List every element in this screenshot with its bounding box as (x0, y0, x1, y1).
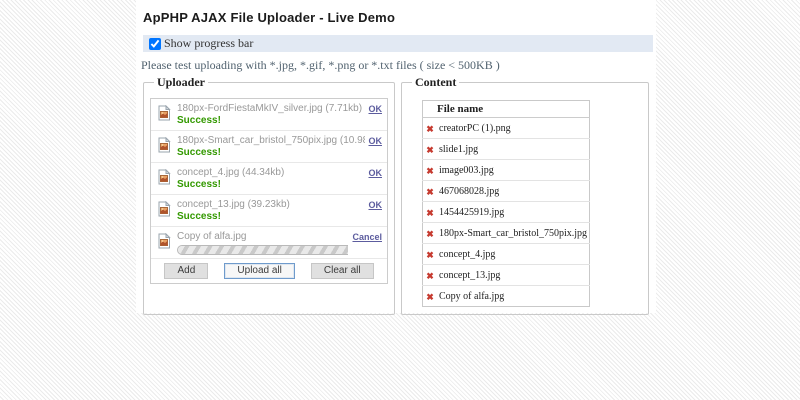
upload-status-success: Success! (177, 115, 365, 127)
page-title: ApPHP AJAX File Uploader - Live Demo (143, 10, 656, 25)
upload-filename: concept_13.jpg (39.23kb) (177, 199, 365, 211)
upload-all-button[interactable]: Upload all (224, 263, 294, 279)
delete-file-icon[interactable]: ✖ (425, 271, 435, 282)
cancel-link[interactable]: Cancel (352, 232, 382, 242)
content-file-row: ✖ Copy of alfa.jpg (423, 286, 590, 307)
image-file-icon (156, 137, 172, 158)
uploader-button-bar: Add Upload all Clear all (151, 259, 387, 283)
delete-cell: ✖ (423, 286, 438, 307)
content-filename: creatorPC (1).png (437, 118, 590, 139)
upload-filename: 180px-Smart_car_bristol_750pix.jpg (10.9… (177, 135, 365, 147)
uploader-fieldset: Uploader 180px-FordFiestaMkIV_silver.jpg… (143, 75, 395, 315)
panes: Uploader 180px-FordFiestaMkIV_silver.jpg… (143, 75, 656, 315)
upload-hint-text: Please test uploading with *.jpg, *.gif,… (141, 58, 656, 73)
content-filename: image003.jpg (437, 160, 590, 181)
upload-queue-row: concept_13.jpg (39.23kb) Success! OK (151, 195, 387, 227)
content-file-row: ✖ concept_13.jpg (423, 265, 590, 286)
image-file-icon (156, 105, 172, 126)
upload-filename: 180px-FordFiestaMkIV_silver.jpg (7.71kb) (177, 103, 365, 115)
ok-link[interactable]: OK (369, 104, 383, 114)
uploading-file-info: Copy of alfa.jpg (177, 231, 348, 255)
uploader-legend: Uploader (154, 75, 208, 90)
content-fieldset: Content File name ✖ creatorPC (1).png ✖ … (401, 75, 649, 315)
delete-cell: ✖ (423, 118, 438, 139)
uploading-filename: Copy of alfa.jpg (177, 231, 348, 243)
upload-filename: concept_4.jpg (44.34kb) (177, 167, 365, 179)
upload-queue-row: concept_4.jpg (44.34kb) Success! OK (151, 163, 387, 195)
upload-queue-rows: 180px-FordFiestaMkIV_silver.jpg (7.71kb)… (151, 99, 387, 227)
content-file-row: ✖ image003.jpg (423, 160, 590, 181)
clear-all-button[interactable]: Clear all (311, 263, 374, 279)
delete-cell: ✖ (423, 160, 438, 181)
content-file-row: ✖ creatorPC (1).png (423, 118, 590, 139)
delete-cell: ✖ (423, 244, 438, 265)
upload-queue-row-uploading: Copy of alfa.jpg Cancel (151, 227, 387, 259)
delete-file-icon[interactable]: ✖ (425, 208, 435, 219)
upload-queue-row: 180px-FordFiestaMkIV_silver.jpg (7.71kb)… (151, 99, 387, 131)
delete-cell: ✖ (423, 181, 438, 202)
delete-file-icon[interactable]: ✖ (425, 229, 435, 240)
delete-cell: ✖ (423, 202, 438, 223)
delete-file-icon[interactable]: ✖ (425, 124, 435, 135)
image-file-icon (156, 233, 172, 254)
upload-queue-box: 180px-FordFiestaMkIV_silver.jpg (7.71kb)… (150, 98, 388, 284)
delete-cell: ✖ (423, 265, 438, 286)
file-name-column-header: File name (423, 101, 590, 118)
delete-file-icon[interactable]: ✖ (425, 145, 435, 156)
add-button[interactable]: Add (164, 263, 208, 279)
ok-link[interactable]: OK (369, 168, 383, 178)
content-file-row: ✖ 467068028.jpg (423, 181, 590, 202)
content-filename: slide1.jpg (437, 139, 590, 160)
ok-link[interactable]: OK (369, 200, 383, 210)
upload-status-success: Success! (177, 147, 365, 159)
show-progress-label: Show progress bar (164, 36, 253, 51)
delete-file-icon[interactable]: ✖ (425, 250, 435, 261)
content-legend: Content (412, 75, 459, 90)
content-file-table: File name ✖ creatorPC (1).png ✖ slide1.j… (422, 100, 590, 307)
delete-file-icon[interactable]: ✖ (425, 166, 435, 177)
ok-link[interactable]: OK (369, 136, 383, 146)
content-filename: 467068028.jpg (437, 181, 590, 202)
delete-cell: ✖ (423, 223, 438, 244)
content-file-row: ✖ 1454425919.jpg (423, 202, 590, 223)
content-filename: 180px-Smart_car_bristol_750pix.jpg (437, 223, 590, 244)
upload-file-info: 180px-Smart_car_bristol_750pix.jpg (10.9… (177, 135, 365, 159)
image-file-icon (156, 201, 172, 222)
upload-queue-row: 180px-Smart_car_bristol_750pix.jpg (10.9… (151, 131, 387, 163)
content-filename: 1454425919.jpg (437, 202, 590, 223)
upload-status-success: Success! (177, 179, 365, 191)
show-progress-checkbox[interactable] (149, 38, 161, 50)
delete-file-icon[interactable]: ✖ (425, 187, 435, 198)
content-file-row: ✖ concept_4.jpg (423, 244, 590, 265)
upload-file-info: concept_13.jpg (39.23kb) Success! (177, 199, 365, 223)
content-filename: concept_4.jpg (437, 244, 590, 265)
content-filename: concept_13.jpg (437, 265, 590, 286)
delete-cell: ✖ (423, 139, 438, 160)
content-file-row: ✖ 180px-Smart_car_bristol_750pix.jpg (423, 223, 590, 244)
upload-file-info: concept_4.jpg (44.34kb) Success! (177, 167, 365, 191)
upload-progress-fill (178, 246, 348, 254)
page-container: ApPHP AJAX File Uploader - Live Demo Sho… (136, 0, 656, 313)
content-filename: Copy of alfa.jpg (437, 286, 590, 307)
upload-file-info: 180px-FordFiestaMkIV_silver.jpg (7.71kb)… (177, 103, 365, 127)
image-file-icon (156, 169, 172, 190)
show-progress-option-bar: Show progress bar (143, 35, 653, 52)
delete-file-icon[interactable]: ✖ (425, 292, 435, 303)
upload-progress-bar (177, 245, 348, 255)
upload-status-success: Success! (177, 211, 365, 223)
content-file-row: ✖ slide1.jpg (423, 139, 590, 160)
